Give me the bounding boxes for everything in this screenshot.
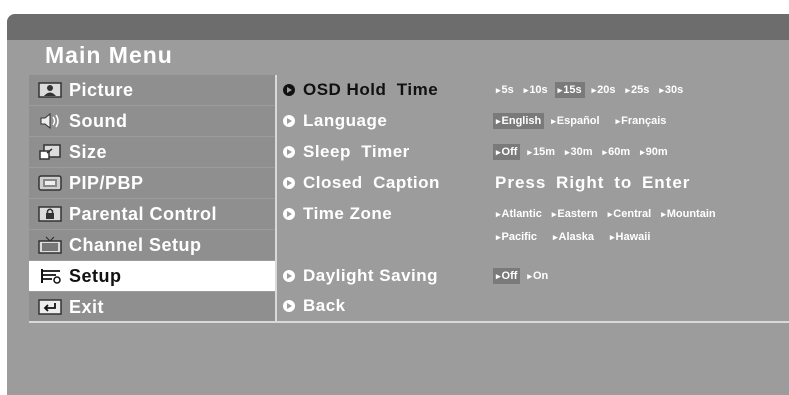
option-15s[interactable]: 15s [554,82,585,98]
option-90m[interactable]: 90m [637,144,671,160]
setting-label: Time Zone [303,204,393,223]
option-off[interactable]: Off [493,144,521,160]
option-francais[interactable]: Français [613,113,670,129]
pip-icon [37,174,63,192]
setting-daylight-saving[interactable]: Daylight Saving [283,261,438,291]
menu-item-label: Size [69,141,108,162]
resize-icon [37,143,63,161]
option-off[interactable]: Off [493,268,521,284]
time-zone-options-row2: Pacific Alaska Hawaii [493,225,657,249]
setting-label: Back [303,296,346,315]
arrow-bullet-icon [283,146,295,158]
option-on[interactable]: On [524,268,551,284]
setting-label: Closed Caption [303,173,440,192]
option-20s[interactable]: 20s [589,82,619,98]
arrow-bullet-icon [283,208,295,220]
arrow-bullet-icon [283,177,295,189]
option-5s[interactable]: 5s [493,82,517,98]
option-30m[interactable]: 30m [562,144,596,160]
speaker-icon [37,112,63,130]
menu-item-label: Sound [69,110,128,131]
menu-item-pip-pbp[interactable]: PIP/PBP [29,168,275,198]
option-15m[interactable]: 15m [524,144,558,160]
return-icon [37,298,63,316]
setting-sleep-timer[interactable]: Sleep Timer [283,137,410,167]
option-mountain[interactable]: Mountain [658,206,718,222]
setting-osd-hold-time[interactable]: OSD Hold Time [283,75,438,105]
language-options: English Español Français [493,106,673,136]
bottom-divider [29,321,789,323]
menu-item-sound[interactable]: Sound [29,106,275,136]
option-hawaii[interactable]: Hawaii [607,229,653,245]
title-bar [7,14,789,40]
osd-options: 5s 10s 15s 20s 25s 30s [493,75,690,105]
option-central[interactable]: Central [605,206,654,222]
menu-item-parental-control[interactable]: Parental Control [29,199,275,229]
setting-label: OSD Hold Time [303,80,439,99]
setting-closed-caption[interactable]: Closed Caption [283,168,440,198]
option-60m[interactable]: 60m [600,144,634,160]
option-pacific[interactable]: Pacific [493,229,540,245]
arrow-bullet-icon [283,115,295,127]
option-25s[interactable]: 25s [622,82,652,98]
menu-item-label: Exit [69,296,105,317]
option-10s[interactable]: 10s [521,82,551,98]
menu-item-size[interactable]: Size [29,137,275,167]
menu-item-setup[interactable]: Setup [29,261,275,291]
setting-time-zone[interactable]: Time Zone [283,199,392,229]
setting-language[interactable]: Language [283,106,387,136]
menu-item-label: Picture [69,79,134,100]
setting-back[interactable]: Back [283,291,346,321]
option-30s[interactable]: 30s [656,82,686,98]
option-espanol[interactable]: Español [548,113,602,129]
menu-item-label: Channel Setup [69,234,202,255]
arrow-bullet-icon [283,84,295,96]
arrow-bullet-icon [283,300,295,312]
menu-item-label: PIP/PBP [69,172,144,193]
option-atlantic[interactable]: Atlantic [493,206,545,222]
main-menu-list: Picture Sound Size PIP/PBP Parental Cont… [29,75,275,323]
option-english[interactable]: English [493,113,545,129]
option-eastern[interactable]: Eastern [549,206,601,222]
setting-label: Sleep Timer [303,142,410,161]
menu-item-label: Setup [69,265,122,286]
menu-item-channel-setup[interactable]: Channel Setup [29,230,275,260]
caption-prompt: Press Right to Enter [495,173,691,192]
menu-item-exit[interactable]: Exit [29,292,275,322]
option-alaska[interactable]: Alaska [550,229,597,245]
tools-icon [37,267,63,285]
menu-item-picture[interactable]: Picture [29,75,275,105]
arrow-bullet-icon [283,270,295,282]
setting-label: Language [303,111,388,130]
menu-title: Main Menu [45,42,173,68]
picture-icon [37,81,63,99]
menu-item-label: Parental Control [69,203,218,224]
setting-label: Daylight Saving [303,266,439,285]
sleep-options: Off 15m 30m 60m 90m [493,137,675,167]
lock-icon [37,205,63,223]
tv-icon [37,236,63,254]
daylight-options: Off On [493,261,555,291]
column-divider [275,75,277,321]
